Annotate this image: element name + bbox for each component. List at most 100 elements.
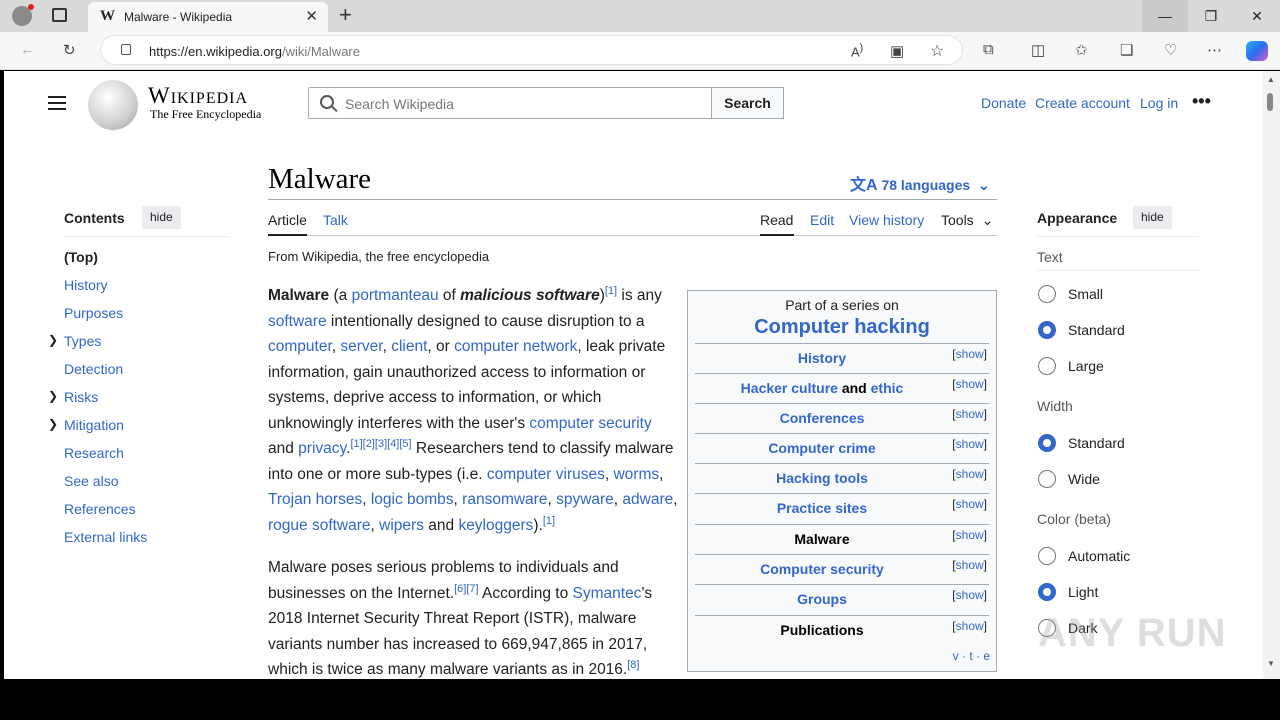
link-adware[interactable]: adware — [622, 491, 673, 508]
show-toggle[interactable]: [show] — [952, 558, 987, 572]
log-in-link[interactable]: Log in — [1140, 95, 1178, 111]
toc-item-mitigation[interactable]: Mitigation — [64, 417, 124, 433]
link-computer[interactable]: computer — [268, 338, 332, 355]
infobox-row-hacking-tools[interactable]: Hacking tools [show] — [695, 463, 989, 493]
restore-button[interactable]: ❐ — [1188, 0, 1234, 32]
new-tab-button[interactable]: + — [339, 2, 352, 28]
citation[interactable]: [1][2][3][4][5] — [350, 438, 411, 450]
link-computer-security[interactable]: computer security — [529, 415, 651, 432]
link-client[interactable]: client — [391, 338, 427, 355]
link-computer-network[interactable]: computer network — [454, 338, 577, 355]
link-worms[interactable]: worms — [613, 466, 659, 483]
wikipedia-wordmark[interactable]: Wikipedia — [148, 83, 248, 109]
infobox-row-hacker-culture[interactable]: Hacker culture and ethic [show] — [695, 373, 989, 403]
toc-item-references[interactable]: References — [64, 501, 136, 517]
extensions-icon[interactable]: ⧉ — [983, 41, 994, 58]
scroll-down-icon[interactable]: ▼ — [1267, 659, 1275, 668]
citation[interactable]: [1] — [605, 285, 617, 297]
toc-item-types[interactable]: Types — [64, 333, 101, 349]
link-server[interactable]: server — [340, 338, 382, 355]
show-toggle[interactable]: [show] — [952, 497, 987, 511]
show-toggle[interactable]: [show] — [952, 619, 987, 633]
width-standard-label[interactable]: Standard — [1068, 435, 1125, 451]
text-large-radio[interactable] — [1038, 357, 1056, 375]
link-ransomware[interactable]: ransomware — [462, 491, 547, 508]
search-input[interactable]: Search Wikipedia — [308, 87, 712, 119]
link-rogue-software[interactable]: rogue software — [268, 517, 371, 534]
tools-menu[interactable]: Tools ⌄ — [941, 212, 993, 229]
infobox-row-conferences[interactable]: Conferences [show] — [695, 403, 989, 433]
show-toggle[interactable]: [show] — [952, 437, 987, 451]
tab-actions-icon[interactable] — [52, 8, 67, 22]
infobox-title[interactable]: Computer hacking — [688, 316, 996, 339]
toc-item-risks[interactable]: Risks — [64, 389, 98, 405]
infobox-row-history[interactable]: History [show] — [695, 343, 989, 373]
settings-more-icon[interactable]: ⋯ — [1207, 41, 1222, 59]
view-talk-edit-links[interactable]: v · t · e — [953, 649, 990, 663]
tab-read[interactable]: Read — [760, 212, 793, 228]
link-portmanteau[interactable]: portmanteau — [352, 287, 439, 304]
create-account-link[interactable]: Create account — [1035, 95, 1130, 111]
language-selector[interactable]: 文A 78 languages ⌄ — [850, 171, 990, 195]
infobox-row-computer-security[interactable]: Computer security [show] — [695, 554, 989, 584]
show-toggle[interactable]: [show] — [952, 377, 987, 391]
toc-item-see-also[interactable]: See also — [64, 473, 118, 489]
tab-edit[interactable]: Edit — [810, 212, 834, 228]
appearance-hide-button[interactable]: hide — [1133, 206, 1172, 229]
show-toggle[interactable]: [show] — [952, 407, 987, 421]
link-wipers[interactable]: wipers — [379, 517, 424, 534]
color-automatic-label[interactable]: Automatic — [1068, 548, 1130, 564]
infobox-row-computer-crime[interactable]: Computer crime [show] — [695, 433, 989, 463]
main-menu-icon[interactable] — [48, 96, 66, 110]
link-keyloggers[interactable]: keyloggers — [458, 517, 533, 534]
search-button[interactable]: Search — [711, 87, 784, 119]
personal-tools-more-icon[interactable]: ••• — [1192, 91, 1211, 112]
text-small-radio[interactable] — [1038, 285, 1056, 303]
text-standard-radio[interactable] — [1038, 321, 1056, 339]
tab-view-history[interactable]: View history — [849, 212, 924, 228]
browser-essentials-icon[interactable]: ♡ — [1164, 41, 1177, 59]
link-trojan-horses[interactable]: Trojan horses — [268, 491, 362, 508]
copilot-icon[interactable] — [1246, 41, 1268, 61]
infobox-row-groups[interactable]: Groups [show] — [695, 584, 989, 614]
split-screen-icon[interactable]: ◫ — [1031, 41, 1045, 59]
width-wide-radio[interactable] — [1038, 470, 1056, 488]
tab-article[interactable]: Article — [268, 212, 307, 228]
show-toggle[interactable]: [show] — [952, 528, 987, 542]
show-toggle[interactable]: [show] — [952, 347, 987, 361]
link-symantec[interactable]: Symantec — [573, 585, 642, 602]
citation[interactable]: [6][7] — [454, 582, 478, 594]
citation[interactable]: [8] — [627, 659, 639, 671]
lock-icon[interactable] — [121, 44, 131, 55]
link-logic-bombs[interactable]: logic bombs — [371, 491, 454, 508]
citation[interactable]: [1] — [543, 514, 555, 526]
color-automatic-radio[interactable] — [1038, 547, 1056, 565]
page-scrollbar[interactable]: ▲ ▼ — [1263, 71, 1280, 679]
show-toggle[interactable]: [show] — [952, 588, 987, 602]
tab-talk[interactable]: Talk — [323, 212, 348, 228]
toc-item-history[interactable]: History — [64, 277, 108, 293]
close-tab-icon[interactable]: ✕ — [305, 7, 318, 25]
color-light-radio[interactable] — [1038, 583, 1056, 601]
text-standard-label[interactable]: Standard — [1068, 322, 1125, 338]
toc-hide-button[interactable]: hide — [142, 206, 181, 229]
text-large-label[interactable]: Large — [1068, 358, 1104, 374]
scrollbar-thumb[interactable] — [1267, 93, 1273, 111]
link-computer-viruses[interactable]: computer viruses — [487, 466, 605, 483]
infobox-row-practice-sites[interactable]: Practice sites [show] — [695, 493, 989, 523]
link-privacy[interactable]: privacy — [298, 440, 346, 457]
back-icon[interactable]: ← — [20, 41, 35, 58]
immersive-reader-icon[interactable]: ▣ — [890, 42, 904, 60]
wikipedia-globe-logo[interactable] — [88, 80, 138, 130]
text-small-label[interactable]: Small — [1068, 286, 1103, 302]
refresh-icon[interactable]: ↻ — [63, 41, 76, 59]
collections-icon[interactable]: ❏ — [1120, 41, 1133, 59]
infobox-row-malware[interactable]: Malware [show] — [695, 524, 989, 554]
favorite-star-icon[interactable]: ☆ — [930, 41, 944, 61]
link-spyware[interactable]: spyware — [556, 491, 614, 508]
favorites-icon[interactable]: ✩ — [1075, 41, 1088, 59]
donate-link[interactable]: Donate — [981, 95, 1026, 111]
browser-tab-active[interactable]: W Malware - Wikipedia ✕ — [88, 2, 328, 32]
toc-item-top[interactable]: (Top) — [64, 249, 98, 265]
width-standard-radio[interactable] — [1038, 434, 1056, 452]
